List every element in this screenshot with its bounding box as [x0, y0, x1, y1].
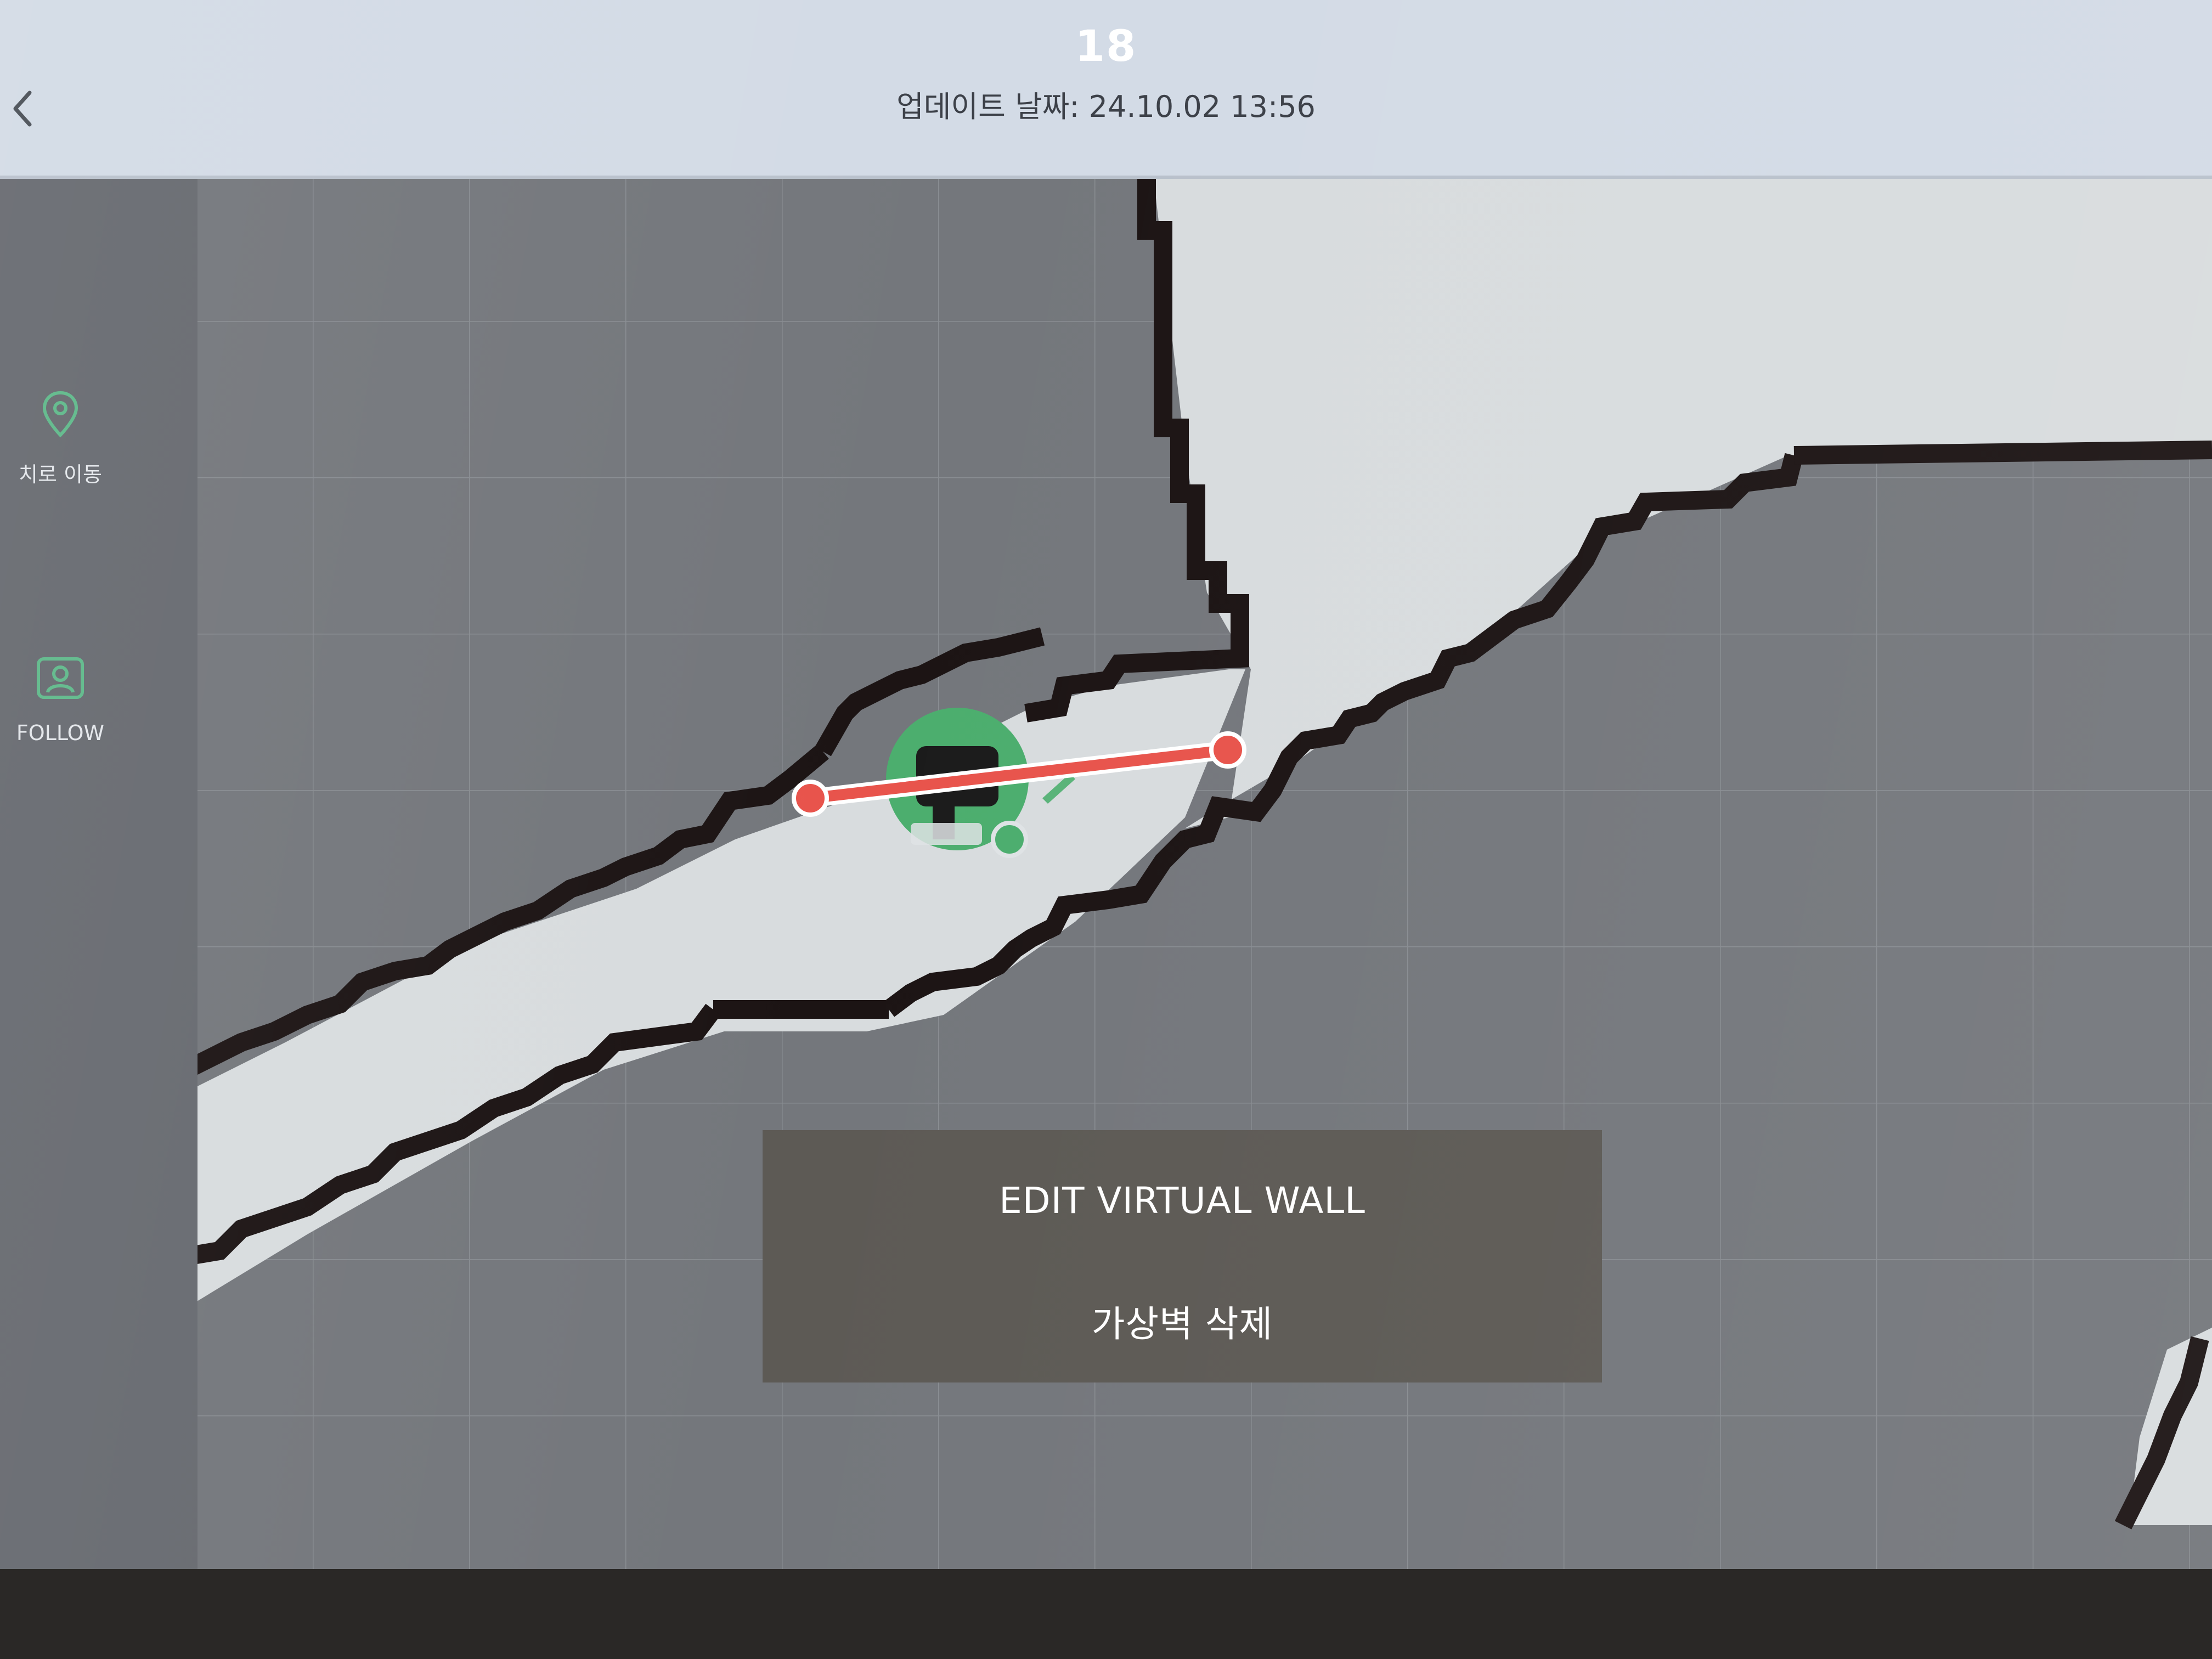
follow-button[interactable]: FOLLOW: [0, 651, 121, 745]
edit-virtual-wall-button[interactable]: EDIT VIRTUAL WALL: [763, 1180, 1602, 1222]
virtual-wall-end-handle[interactable]: [1209, 731, 1246, 769]
virtual-wall-menu: EDIT VIRTUAL WALL 가상벽 삭제: [763, 1130, 1602, 1383]
location-pin-icon: [33, 387, 88, 442]
virtual-wall-start-handle[interactable]: [792, 780, 829, 817]
update-timestamp: 업데이트 날짜: 24.10.02 13:56: [896, 89, 1316, 124]
app-screen: 치로 이동 FOLLOW 18 업데이트 날짜: 24.10.02 13:56: [0, 0, 2212, 1569]
move-to-location-label: 치로 이동: [19, 462, 102, 487]
person-icon: [33, 651, 88, 706]
page-title: 18: [1075, 22, 1137, 71]
delete-virtual-wall-button[interactable]: 가상벽 삭제: [763, 1295, 1602, 1347]
move-to-location-button[interactable]: 치로 이동: [0, 387, 121, 488]
left-toolbar: 치로 이동 FOLLOW: [0, 179, 198, 1569]
top-header: 18 업데이트 날짜: 24.10.02 13:56: [0, 0, 2212, 179]
follow-label: FOLLOW: [16, 721, 105, 745]
